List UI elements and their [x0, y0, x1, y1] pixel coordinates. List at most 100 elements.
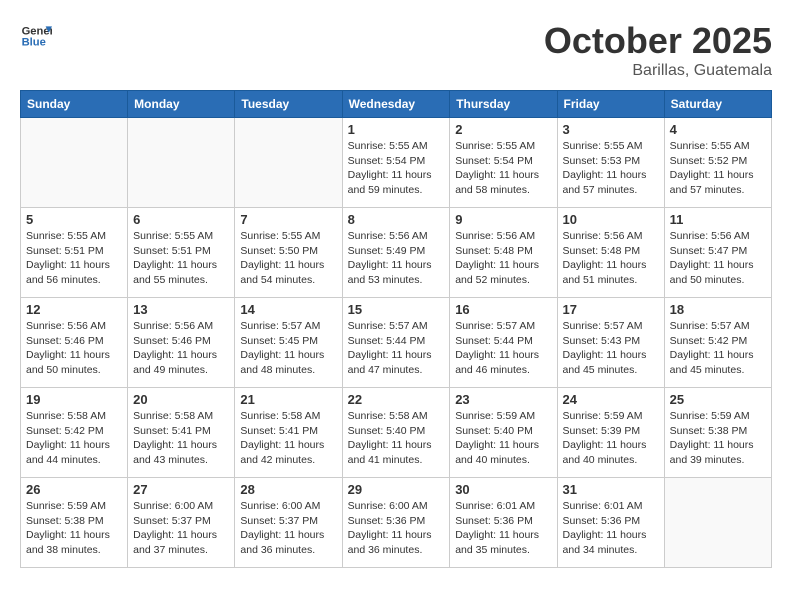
- calendar-day-cell: 16 Sunrise: 5:57 AM Sunset: 5:44 PM Dayli…: [450, 298, 557, 388]
- weekday-label: Saturday: [664, 91, 771, 118]
- day-number: 15: [348, 302, 445, 317]
- day-info: Sunrise: 5:55 AM Sunset: 5:52 PM Dayligh…: [670, 139, 766, 198]
- day-info: Sunrise: 5:59 AM Sunset: 5:38 PM Dayligh…: [26, 499, 122, 558]
- day-info: Sunrise: 5:57 AM Sunset: 5:45 PM Dayligh…: [240, 319, 336, 378]
- day-info: Sunrise: 5:58 AM Sunset: 5:41 PM Dayligh…: [133, 409, 229, 468]
- day-info: Sunrise: 5:55 AM Sunset: 5:54 PM Dayligh…: [348, 139, 445, 198]
- day-info: Sunrise: 5:55 AM Sunset: 5:51 PM Dayligh…: [26, 229, 122, 288]
- day-number: 2: [455, 122, 551, 137]
- day-info: Sunrise: 5:57 AM Sunset: 5:43 PM Dayligh…: [563, 319, 659, 378]
- calendar-day-cell: 8 Sunrise: 5:56 AM Sunset: 5:49 PM Daylig…: [342, 208, 450, 298]
- calendar-day-cell: 10Sunrise: 5:56 AM Sunset: 5:48 PM Dayli…: [557, 208, 664, 298]
- day-info: Sunrise: 6:00 AM Sunset: 5:36 PM Dayligh…: [348, 499, 445, 558]
- day-number: 21: [240, 392, 336, 407]
- calendar-day-cell: 30 Sunrise: 6:01 AM Sunset: 5:36 PM Dayli…: [450, 478, 557, 568]
- day-number: 29: [348, 482, 445, 497]
- day-info: Sunrise: 5:56 AM Sunset: 5:46 PM Dayligh…: [26, 319, 122, 378]
- calendar-day-cell: 9 Sunrise: 5:56 AM Sunset: 5:48 PM Daylig…: [450, 208, 557, 298]
- day-number: 17: [563, 302, 659, 317]
- day-info: Sunrise: 5:56 AM Sunset: 5:47 PM Dayligh…: [670, 229, 766, 288]
- day-info: Sunrise: 5:55 AM Sunset: 5:54 PM Dayligh…: [455, 139, 551, 198]
- title-block: October 2025 Barillas, Guatemala: [544, 20, 772, 80]
- day-info: Sunrise: 5:56 AM Sunset: 5:48 PM Dayligh…: [563, 229, 659, 288]
- calendar-day-cell: 11Sunrise: 5:56 AM Sunset: 5:47 PM Dayli…: [664, 208, 771, 298]
- day-number: 16: [455, 302, 551, 317]
- weekday-label: Monday: [128, 91, 235, 118]
- calendar-day-cell: 19 Sunrise: 5:58 AM Sunset: 5:42 PM Dayli…: [21, 388, 128, 478]
- calendar-day-cell: 18 Sunrise: 5:57 AM Sunset: 5:42 PM Dayli…: [664, 298, 771, 388]
- day-info: Sunrise: 6:01 AM Sunset: 5:36 PM Dayligh…: [455, 499, 551, 558]
- day-info: Sunrise: 5:59 AM Sunset: 5:40 PM Dayligh…: [455, 409, 551, 468]
- day-number: 9: [455, 212, 551, 227]
- day-number: 20: [133, 392, 229, 407]
- calendar-day-cell: [128, 118, 235, 208]
- calendar-day-cell: 26Sunrise: 5:59 AM Sunset: 5:38 PM Dayli…: [21, 478, 128, 568]
- day-number: 30: [455, 482, 551, 497]
- day-number: 19: [26, 392, 122, 407]
- day-info: Sunrise: 5:55 AM Sunset: 5:50 PM Dayligh…: [240, 229, 336, 288]
- calendar-day-cell: [235, 118, 342, 208]
- calendar-day-cell: 27 Sunrise: 6:00 AM Sunset: 5:37 PM Dayli…: [128, 478, 235, 568]
- month-title: October 2025: [544, 20, 772, 62]
- calendar-day-cell: 15 Sunrise: 5:57 AM Sunset: 5:44 PM Dayli…: [342, 298, 450, 388]
- day-info: Sunrise: 5:57 AM Sunset: 5:44 PM Dayligh…: [348, 319, 445, 378]
- calendar-day-cell: 1 Sunrise: 5:55 AM Sunset: 5:54 PM Daylig…: [342, 118, 450, 208]
- calendar-day-cell: 4 Sunrise: 5:55 AM Sunset: 5:52 PM Daylig…: [664, 118, 771, 208]
- day-number: 31: [563, 482, 659, 497]
- calendar-day-cell: 17 Sunrise: 5:57 AM Sunset: 5:43 PM Dayli…: [557, 298, 664, 388]
- day-number: 25: [670, 392, 766, 407]
- logo: General Blue: [20, 20, 52, 52]
- calendar-day-cell: [21, 118, 128, 208]
- calendar-day-cell: 29 Sunrise: 6:00 AM Sunset: 5:36 PM Dayli…: [342, 478, 450, 568]
- calendar-day-cell: 31 Sunrise: 6:01 AM Sunset: 5:36 PM Dayli…: [557, 478, 664, 568]
- weekday-header-row: SundayMondayTuesdayWednesdayThursdayFrid…: [21, 91, 772, 118]
- day-number: 22: [348, 392, 445, 407]
- calendar-table: SundayMondayTuesdayWednesdayThursdayFrid…: [20, 90, 772, 568]
- day-info: Sunrise: 6:00 AM Sunset: 5:37 PM Dayligh…: [240, 499, 336, 558]
- calendar-week-row: 1 Sunrise: 5:55 AM Sunset: 5:54 PM Daylig…: [21, 118, 772, 208]
- location: Barillas, Guatemala: [544, 62, 772, 80]
- day-number: 23: [455, 392, 551, 407]
- weekday-label: Sunday: [21, 91, 128, 118]
- day-number: 28: [240, 482, 336, 497]
- day-info: Sunrise: 5:58 AM Sunset: 5:42 PM Dayligh…: [26, 409, 122, 468]
- day-number: 4: [670, 122, 766, 137]
- day-info: Sunrise: 5:57 AM Sunset: 5:42 PM Dayligh…: [670, 319, 766, 378]
- weekday-label: Wednesday: [342, 91, 450, 118]
- page-header: General Blue October 2025 Barillas, Guat…: [20, 20, 772, 80]
- day-number: 3: [563, 122, 659, 137]
- day-info: Sunrise: 5:56 AM Sunset: 5:48 PM Dayligh…: [455, 229, 551, 288]
- day-info: Sunrise: 6:01 AM Sunset: 5:36 PM Dayligh…: [563, 499, 659, 558]
- day-number: 5: [26, 212, 122, 227]
- weekday-label: Friday: [557, 91, 664, 118]
- calendar-day-cell: 23 Sunrise: 5:59 AM Sunset: 5:40 PM Dayli…: [450, 388, 557, 478]
- day-number: 1: [348, 122, 445, 137]
- day-number: 13: [133, 302, 229, 317]
- day-info: Sunrise: 5:57 AM Sunset: 5:44 PM Dayligh…: [455, 319, 551, 378]
- day-info: Sunrise: 5:59 AM Sunset: 5:39 PM Dayligh…: [563, 409, 659, 468]
- calendar-day-cell: 25 Sunrise: 5:59 AM Sunset: 5:38 PM Dayli…: [664, 388, 771, 478]
- calendar-day-cell: 6Sunrise: 5:55 AM Sunset: 5:51 PM Daylig…: [128, 208, 235, 298]
- day-info: Sunrise: 5:58 AM Sunset: 5:41 PM Dayligh…: [240, 409, 336, 468]
- calendar-day-cell: 20 Sunrise: 5:58 AM Sunset: 5:41 PM Dayli…: [128, 388, 235, 478]
- day-info: Sunrise: 6:00 AM Sunset: 5:37 PM Dayligh…: [133, 499, 229, 558]
- day-number: 14: [240, 302, 336, 317]
- day-info: Sunrise: 5:56 AM Sunset: 5:49 PM Dayligh…: [348, 229, 445, 288]
- calendar-day-cell: 22Sunrise: 5:58 AM Sunset: 5:40 PM Dayli…: [342, 388, 450, 478]
- calendar-day-cell: [664, 478, 771, 568]
- svg-text:Blue: Blue: [22, 37, 46, 49]
- calendar-day-cell: 13Sunrise: 5:56 AM Sunset: 5:46 PM Dayli…: [128, 298, 235, 388]
- calendar-body: 1 Sunrise: 5:55 AM Sunset: 5:54 PM Daylig…: [21, 118, 772, 568]
- calendar-day-cell: 12 Sunrise: 5:56 AM Sunset: 5:46 PM Dayli…: [21, 298, 128, 388]
- day-number: 27: [133, 482, 229, 497]
- calendar-week-row: 26Sunrise: 5:59 AM Sunset: 5:38 PM Dayli…: [21, 478, 772, 568]
- day-number: 18: [670, 302, 766, 317]
- calendar-day-cell: 24Sunrise: 5:59 AM Sunset: 5:39 PM Dayli…: [557, 388, 664, 478]
- day-number: 12: [26, 302, 122, 317]
- calendar-week-row: 19 Sunrise: 5:58 AM Sunset: 5:42 PM Dayli…: [21, 388, 772, 478]
- calendar-day-cell: 21 Sunrise: 5:58 AM Sunset: 5:41 PM Dayli…: [235, 388, 342, 478]
- day-number: 8: [348, 212, 445, 227]
- calendar-day-cell: 2 Sunrise: 5:55 AM Sunset: 5:54 PM Daylig…: [450, 118, 557, 208]
- weekday-label: Tuesday: [235, 91, 342, 118]
- day-info: Sunrise: 5:59 AM Sunset: 5:38 PM Dayligh…: [670, 409, 766, 468]
